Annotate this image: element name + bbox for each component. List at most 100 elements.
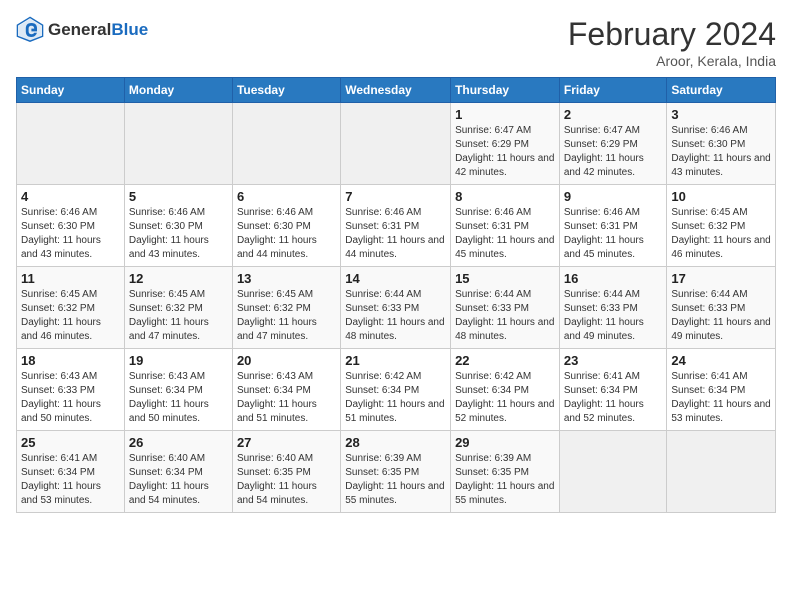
- day-number: 9: [564, 189, 663, 204]
- calendar-week-row: 11 Sunrise: 6:45 AM Sunset: 6:32 PM Dayli…: [17, 267, 776, 349]
- day-number: 13: [237, 271, 336, 286]
- weekday-header: Sunday: [17, 78, 125, 103]
- calendar-cell: 20 Sunrise: 6:43 AM Sunset: 6:34 PM Dayli…: [232, 349, 340, 431]
- day-number: 17: [671, 271, 771, 286]
- day-info: Sunrise: 6:45 AM Sunset: 6:32 PM Dayligh…: [237, 288, 336, 344]
- calendar-cell: 17 Sunrise: 6:44 AM Sunset: 6:33 PM Dayli…: [667, 267, 776, 349]
- calendar-cell: 2 Sunrise: 6:47 AM Sunset: 6:29 PM Daylig…: [559, 103, 667, 185]
- calendar-cell: [124, 103, 232, 185]
- calendar-week-row: 18 Sunrise: 6:43 AM Sunset: 6:33 PM Dayli…: [17, 349, 776, 431]
- day-number: 14: [345, 271, 446, 286]
- day-number: 25: [21, 435, 120, 450]
- day-number: 8: [455, 189, 555, 204]
- day-info: Sunrise: 6:46 AM Sunset: 6:31 PM Dayligh…: [345, 206, 446, 262]
- day-number: 29: [455, 435, 555, 450]
- day-info: Sunrise: 6:45 AM Sunset: 6:32 PM Dayligh…: [21, 288, 120, 344]
- day-info: Sunrise: 6:39 AM Sunset: 6:35 PM Dayligh…: [455, 452, 555, 508]
- day-number: 10: [671, 189, 771, 204]
- calendar-cell: 22 Sunrise: 6:42 AM Sunset: 6:34 PM Dayli…: [451, 349, 560, 431]
- calendar-cell: 19 Sunrise: 6:43 AM Sunset: 6:34 PM Dayli…: [124, 349, 232, 431]
- calendar-cell: 25Sunrise: 6:41 AM Sunset: 6:34 PM Dayli…: [17, 431, 125, 513]
- calendar-body: 1Sunrise: 6:47 AM Sunset: 6:29 PM Daylig…: [17, 103, 776, 513]
- calendar-cell: 8 Sunrise: 6:46 AM Sunset: 6:31 PM Daylig…: [451, 185, 560, 267]
- day-number: 26: [129, 435, 228, 450]
- weekday-header: Monday: [124, 78, 232, 103]
- day-info: Sunrise: 6:41 AM Sunset: 6:34 PM Dayligh…: [671, 370, 771, 426]
- weekday-header: Tuesday: [232, 78, 340, 103]
- day-number: 22: [455, 353, 555, 368]
- weekday-row: SundayMondayTuesdayWednesdayThursdayFrid…: [17, 78, 776, 103]
- calendar-cell: 28 Sunrise: 6:39 AM Sunset: 6:35 PM Dayli…: [341, 431, 451, 513]
- day-info: Sunrise: 6:46 AM Sunset: 6:31 PM Dayligh…: [564, 206, 663, 262]
- day-info: Sunrise: 6:40 AM Sunset: 6:35 PM Dayligh…: [237, 452, 336, 508]
- location: Aroor, Kerala, India: [568, 53, 776, 69]
- calendar-cell: 16Sunrise: 6:44 AM Sunset: 6:33 PM Dayli…: [559, 267, 667, 349]
- day-info: Sunrise: 6:41 AM Sunset: 6:34 PM Dayligh…: [564, 370, 663, 426]
- weekday-header: Wednesday: [341, 78, 451, 103]
- weekday-header: Saturday: [667, 78, 776, 103]
- calendar-cell: 6 Sunrise: 6:46 AM Sunset: 6:30 PM Daylig…: [232, 185, 340, 267]
- day-info: Sunrise: 6:44 AM Sunset: 6:33 PM Dayligh…: [455, 288, 555, 344]
- weekday-header: Friday: [559, 78, 667, 103]
- day-number: 18: [21, 353, 120, 368]
- calendar-cell: 18 Sunrise: 6:43 AM Sunset: 6:33 PM Dayli…: [17, 349, 125, 431]
- day-number: 24: [671, 353, 771, 368]
- calendar-week-row: 1Sunrise: 6:47 AM Sunset: 6:29 PM Daylig…: [17, 103, 776, 185]
- day-info: Sunrise: 6:40 AM Sunset: 6:34 PM Dayligh…: [129, 452, 228, 508]
- calendar-cell: 14 Sunrise: 6:44 AM Sunset: 6:33 PM Dayli…: [341, 267, 451, 349]
- day-number: 19: [129, 353, 228, 368]
- calendar-cell: 5Sunrise: 6:46 AM Sunset: 6:30 PM Daylig…: [124, 185, 232, 267]
- page-header: GeneralBlue February 2024 Aroor, Kerala,…: [16, 16, 776, 69]
- day-info: Sunrise: 6:45 AM Sunset: 6:32 PM Dayligh…: [129, 288, 228, 344]
- logo-text: GeneralBlue: [48, 21, 148, 40]
- day-info: Sunrise: 6:46 AM Sunset: 6:30 PM Dayligh…: [21, 206, 120, 262]
- logo-blue: Blue: [111, 20, 148, 39]
- day-info: Sunrise: 6:47 AM Sunset: 6:29 PM Dayligh…: [455, 124, 555, 180]
- day-number: 11: [21, 271, 120, 286]
- calendar-cell: 29 Sunrise: 6:39 AM Sunset: 6:35 PM Dayli…: [451, 431, 560, 513]
- calendar-cell: [341, 103, 451, 185]
- calendar-cell: 21Sunrise: 6:42 AM Sunset: 6:34 PM Dayli…: [341, 349, 451, 431]
- logo: GeneralBlue: [16, 16, 148, 44]
- day-number: 20: [237, 353, 336, 368]
- day-info: Sunrise: 6:46 AM Sunset: 6:30 PM Dayligh…: [237, 206, 336, 262]
- calendar-cell: 9 Sunrise: 6:46 AM Sunset: 6:31 PM Daylig…: [559, 185, 667, 267]
- calendar-header: SundayMondayTuesdayWednesdayThursdayFrid…: [17, 78, 776, 103]
- day-number: 5: [129, 189, 228, 204]
- day-info: Sunrise: 6:44 AM Sunset: 6:33 PM Dayligh…: [671, 288, 771, 344]
- day-number: 12: [129, 271, 228, 286]
- day-number: 2: [564, 107, 663, 122]
- calendar-cell: 10Sunrise: 6:45 AM Sunset: 6:32 PM Dayli…: [667, 185, 776, 267]
- day-number: 3: [671, 107, 771, 122]
- day-number: 21: [345, 353, 446, 368]
- calendar-cell: 23Sunrise: 6:41 AM Sunset: 6:34 PM Dayli…: [559, 349, 667, 431]
- day-number: 16: [564, 271, 663, 286]
- calendar-cell: 4Sunrise: 6:46 AM Sunset: 6:30 PM Daylig…: [17, 185, 125, 267]
- day-number: 27: [237, 435, 336, 450]
- day-info: Sunrise: 6:43 AM Sunset: 6:33 PM Dayligh…: [21, 370, 120, 426]
- day-info: Sunrise: 6:42 AM Sunset: 6:34 PM Dayligh…: [455, 370, 555, 426]
- calendar-cell: 26 Sunrise: 6:40 AM Sunset: 6:34 PM Dayli…: [124, 431, 232, 513]
- calendar-cell: [667, 431, 776, 513]
- day-info: Sunrise: 6:43 AM Sunset: 6:34 PM Dayligh…: [237, 370, 336, 426]
- day-info: Sunrise: 6:47 AM Sunset: 6:29 PM Dayligh…: [564, 124, 663, 180]
- calendar-cell: 1Sunrise: 6:47 AM Sunset: 6:29 PM Daylig…: [451, 103, 560, 185]
- calendar-cell: 24 Sunrise: 6:41 AM Sunset: 6:34 PM Dayli…: [667, 349, 776, 431]
- day-number: 6: [237, 189, 336, 204]
- day-info: Sunrise: 6:44 AM Sunset: 6:33 PM Dayligh…: [345, 288, 446, 344]
- day-number: 28: [345, 435, 446, 450]
- day-info: Sunrise: 6:43 AM Sunset: 6:34 PM Dayligh…: [129, 370, 228, 426]
- weekday-header: Thursday: [451, 78, 560, 103]
- calendar-cell: [559, 431, 667, 513]
- calendar-cell: 3 Sunrise: 6:46 AM Sunset: 6:30 PM Daylig…: [667, 103, 776, 185]
- calendar-cell: 7Sunrise: 6:46 AM Sunset: 6:31 PM Daylig…: [341, 185, 451, 267]
- calendar-cell: 13 Sunrise: 6:45 AM Sunset: 6:32 PM Dayli…: [232, 267, 340, 349]
- day-info: Sunrise: 6:46 AM Sunset: 6:31 PM Dayligh…: [455, 206, 555, 262]
- calendar-table: SundayMondayTuesdayWednesdayThursdayFrid…: [16, 77, 776, 513]
- logo-general: General: [48, 20, 111, 39]
- day-info: Sunrise: 6:39 AM Sunset: 6:35 PM Dayligh…: [345, 452, 446, 508]
- logo-icon: [16, 16, 44, 44]
- calendar-cell: [232, 103, 340, 185]
- day-info: Sunrise: 6:46 AM Sunset: 6:30 PM Dayligh…: [671, 124, 771, 180]
- day-number: 15: [455, 271, 555, 286]
